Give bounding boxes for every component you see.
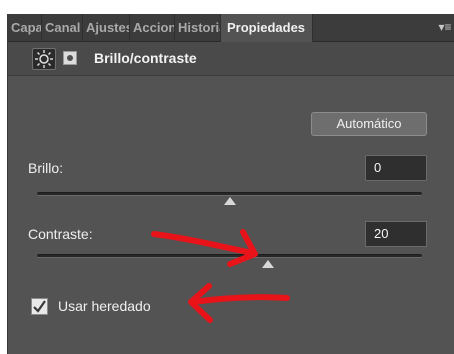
auto-button[interactable]: Automático — [311, 112, 427, 136]
tab-layers[interactable]: Capas — [8, 14, 42, 42]
legacy-checkbox[interactable] — [31, 298, 48, 315]
adjustment-header: Brillo/contraste — [8, 42, 454, 76]
contrast-value-field[interactable]: 20 — [365, 221, 427, 247]
tab-actions[interactable]: Acciones — [130, 14, 175, 42]
panel-tab-bar: Capas Canal Ajustes Acciones Historia Pr… — [8, 14, 454, 43]
properties-panel: Capas Canal Ajustes Acciones Historia Pr… — [7, 14, 454, 354]
brightness-label: Brillo: — [28, 160, 64, 176]
tab-channels[interactable]: Canal — [42, 14, 83, 42]
tab-adjustments[interactable]: Ajustes — [83, 14, 130, 42]
adjustment-title: Brillo/contraste — [94, 50, 197, 66]
contrast-slider-track[interactable] — [37, 254, 422, 258]
legacy-checkbox-label[interactable]: Usar heredado — [58, 298, 151, 314]
tab-properties[interactable]: Propiedades — [221, 14, 313, 43]
brightness-value-field[interactable]: 0 — [365, 155, 427, 181]
brightness-slider-thumb[interactable] — [223, 197, 236, 205]
contrast-label: Contraste: — [28, 226, 93, 242]
contrast-slider-thumb[interactable] — [262, 260, 274, 268]
sun-icon-svg — [35, 50, 53, 68]
tab-history[interactable]: Historia — [175, 14, 221, 42]
brightness-sun-icon[interactable] — [32, 48, 56, 70]
panel-menu-icon[interactable]: ▾≡ — [437, 18, 453, 36]
layer-mask-icon[interactable] — [63, 51, 77, 65]
checkmark-icon — [33, 300, 46, 313]
brightness-slider-track[interactable] — [37, 192, 422, 196]
